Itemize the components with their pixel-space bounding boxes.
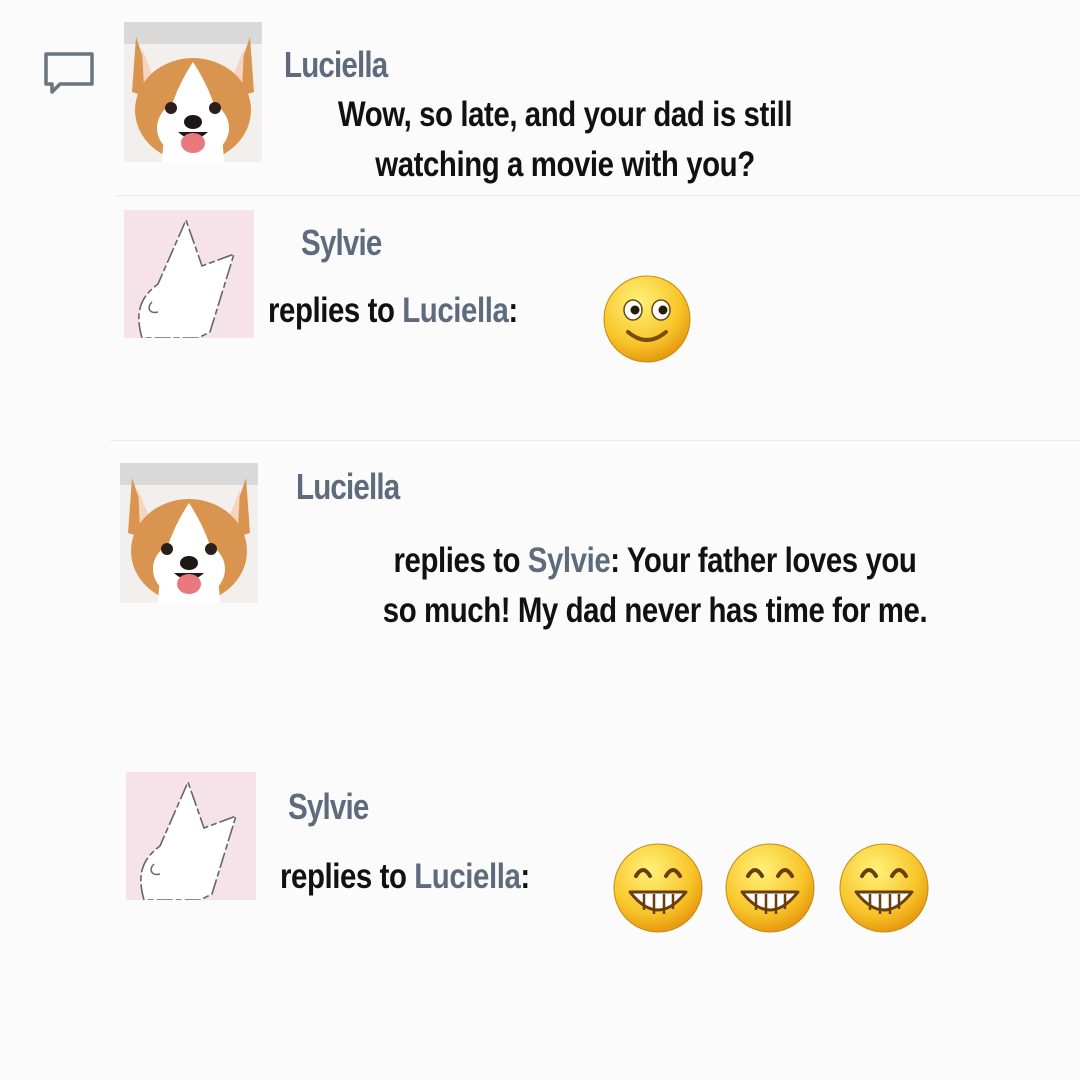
message-text: replies to Luciella: xyxy=(268,286,604,336)
message-line: so much! My dad never has time for me. xyxy=(382,591,928,630)
grin-emoji-icon xyxy=(836,838,932,934)
reply-suffix: : xyxy=(508,291,518,330)
username[interactable]: Sylvie xyxy=(301,222,382,264)
comment-bubble-icon[interactable] xyxy=(42,50,96,96)
smile-emoji-icon xyxy=(602,274,692,364)
reply-mention[interactable]: Luciella xyxy=(414,857,521,896)
divider xyxy=(110,440,1080,441)
white-fox-avatar-icon xyxy=(124,210,254,338)
reply-mention[interactable]: Luciella xyxy=(402,291,509,330)
corgi-avatar-icon xyxy=(124,22,262,162)
message-line: watching a movie with you? xyxy=(375,145,755,184)
avatar[interactable] xyxy=(126,772,256,900)
message-text: replies to Luciella: xyxy=(280,852,616,902)
username[interactable]: Sylvie xyxy=(288,786,369,828)
username[interactable]: Luciella xyxy=(284,44,388,86)
avatar[interactable] xyxy=(120,462,258,604)
message-line: Wow, so late, and your dad is still xyxy=(337,95,793,134)
white-fox-avatar-icon xyxy=(126,772,256,900)
divider xyxy=(115,195,1080,196)
username[interactable]: Luciella xyxy=(296,466,400,508)
reply-prefix: replies to xyxy=(393,541,528,580)
message-text: replies to Sylvie: Your father loves you… xyxy=(348,536,961,636)
grin-emoji-icon xyxy=(722,838,818,934)
reply-suffix: : Your father loves you xyxy=(610,541,917,580)
avatar[interactable] xyxy=(124,22,262,162)
message-text: Wow, so late, and your dad is still watc… xyxy=(284,90,847,190)
avatar[interactable] xyxy=(124,210,254,338)
grin-emoji-icon xyxy=(610,838,706,934)
reply-mention[interactable]: Sylvie xyxy=(528,541,611,580)
message-line: replies to Sylvie: Your father loves you xyxy=(348,536,961,586)
reply-suffix: : xyxy=(520,857,530,896)
reply-prefix: replies to xyxy=(268,291,403,330)
reply-prefix: replies to xyxy=(280,857,415,896)
corgi-avatar-icon xyxy=(120,463,258,603)
